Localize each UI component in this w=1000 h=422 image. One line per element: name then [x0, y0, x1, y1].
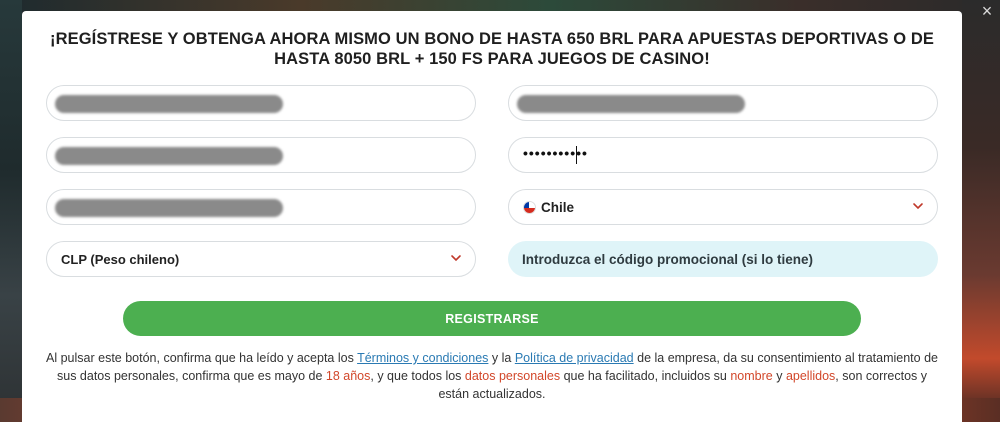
legal-text: y la — [488, 351, 515, 365]
password-masked-value: ••••••••••• — [523, 145, 588, 161]
phone-field[interactable] — [508, 85, 938, 121]
age-highlight: 18 años — [325, 369, 371, 383]
chevron-down-icon — [913, 203, 923, 210]
redacted-value — [55, 147, 283, 165]
redacted-value — [55, 95, 283, 113]
personal-data-highlight: datos personales — [464, 369, 561, 383]
registration-modal: ¡REGÍSTRESE Y OBTENGA AHORA MISMO UN BON… — [22, 11, 962, 422]
redacted-value — [517, 95, 745, 113]
surname-field[interactable] — [46, 189, 476, 225]
legal-text: , y que todos los — [370, 369, 465, 383]
currency-select[interactable]: CLP (Peso chileno) — [46, 241, 476, 277]
background-right-edge — [962, 0, 1000, 422]
legal-disclaimer: Al pulsar este botón, confirma que ha le… — [40, 349, 944, 403]
password-field[interactable]: ••••••••••• — [508, 137, 938, 173]
legal-text: y — [772, 369, 786, 383]
redacted-value — [55, 199, 283, 217]
legal-text: que ha facilitado, incluidos su — [560, 369, 731, 383]
name-field[interactable] — [46, 137, 476, 173]
legal-text: Al pulsar este botón, confirma que ha le… — [46, 351, 358, 365]
background-left-edge — [0, 0, 22, 422]
currency-selected-value: CLP (Peso chileno) — [61, 252, 180, 267]
terms-link[interactable]: Términos y condiciones — [357, 351, 488, 365]
promo-code-input[interactable] — [508, 241, 938, 277]
chevron-down-icon — [451, 255, 461, 262]
privacy-policy-link[interactable]: Política de privacidad — [515, 351, 634, 365]
register-button[interactable]: REGISTRARSE — [123, 301, 861, 336]
chile-flag-icon — [523, 201, 536, 214]
name-highlight: nombre — [730, 369, 773, 383]
surname-highlight: apellidos — [785, 369, 836, 383]
email-field[interactable] — [46, 85, 476, 121]
country-selected-value: Chile — [541, 200, 575, 215]
text-caret — [576, 146, 577, 164]
country-select[interactable]: Chile — [508, 189, 938, 225]
close-icon[interactable]: × — [980, 2, 994, 20]
promo-headline: ¡REGÍSTRESE Y OBTENGA AHORA MISMO UN BON… — [49, 30, 934, 68]
